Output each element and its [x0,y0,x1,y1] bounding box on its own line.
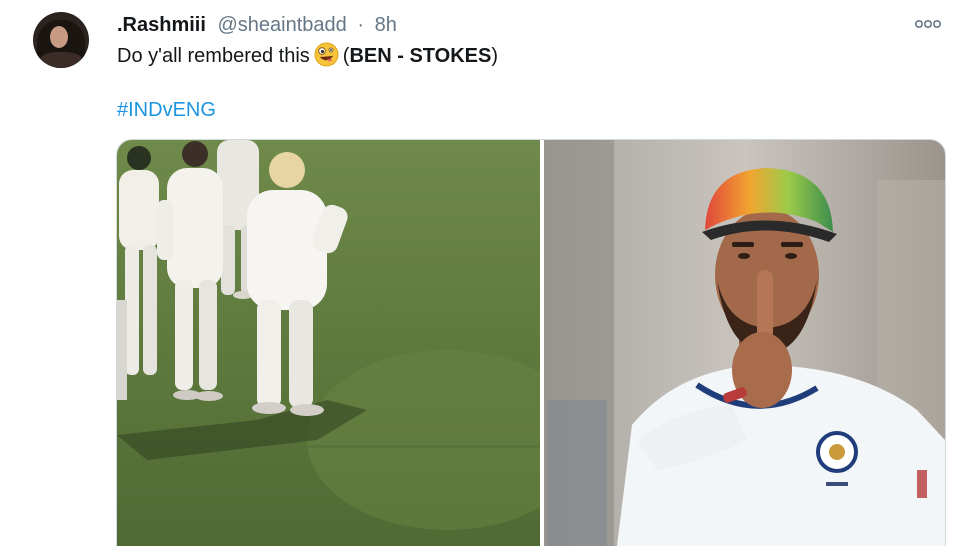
user-handle[interactable]: @sheaintbadd [217,14,346,36]
left-photo [117,140,587,546]
hashtag-link[interactable]: #INDvENG [117,96,216,124]
avatar[interactable] [33,12,89,68]
highlighted-text: BEN - STOKES [349,45,492,67]
tweet-timestamp[interactable]: 8h [375,14,397,36]
tweet-header: .Rashmiii @sheaintbadd · 8h [117,12,397,38]
right-photo [544,140,945,546]
tweet-media[interactable] [116,139,946,546]
more-options-icon[interactable] [914,16,942,32]
paren-close: ) [491,45,499,67]
media-divider [540,140,544,546]
display-name[interactable]: .Rashmiii [117,14,206,36]
avatar-shirt [39,52,83,68]
tweet[interactable]: .Rashmiii @sheaintbadd · 8h Do y'all rem… [0,0,970,546]
separator-dot: · [357,14,365,36]
tweet-text: Do y'all rembered this (BEN - STOKES) [117,42,498,70]
zany-face-emoji-icon [314,42,339,67]
avatar-face [50,26,68,48]
tweet-text-body: Do y'all rembered this [117,45,310,67]
